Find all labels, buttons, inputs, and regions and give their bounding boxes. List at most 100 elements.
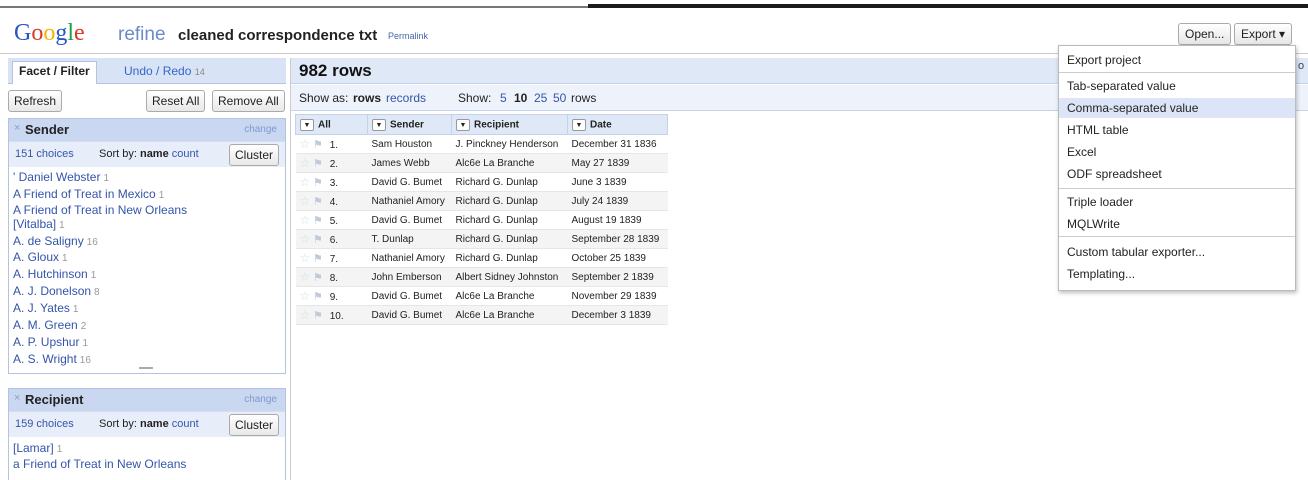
- facet-choices-count[interactable]: 151 choices: [15, 148, 74, 160]
- star-icon[interactable]: ☆: [300, 251, 311, 265]
- export-menu-item[interactable]: Excel: [1059, 142, 1295, 162]
- star-icon[interactable]: ☆: [300, 270, 311, 284]
- cell-date[interactable]: June 3 1839: [567, 172, 668, 192]
- flag-icon[interactable]: ⚑: [313, 196, 323, 208]
- export-menu-item[interactable]: HTML table: [1059, 120, 1295, 140]
- star-icon[interactable]: ☆: [300, 194, 311, 208]
- reset-all-button[interactable]: Reset All: [146, 90, 206, 112]
- star-icon[interactable]: ☆: [300, 232, 311, 246]
- star-icon[interactable]: ☆: [300, 175, 311, 189]
- sort-name-option[interactable]: name: [140, 148, 169, 160]
- star-icon[interactable]: ☆: [300, 137, 311, 151]
- cell-sender[interactable]: David G. Bumet: [367, 305, 452, 325]
- close-icon[interactable]: ×: [14, 392, 20, 404]
- table-row[interactable]: ☆ ⚑ 6. T. Dunlap Richard G. Dunlap Septembe…: [295, 229, 668, 249]
- sort-count-option[interactable]: count: [172, 418, 199, 430]
- flag-icon[interactable]: ⚑: [313, 272, 323, 284]
- dropdown-arrow-icon[interactable]: ▼: [572, 118, 586, 131]
- table-row[interactable]: ☆ ⚑ 3. David G. Bumet Richard G. Dunlap Jun…: [295, 172, 668, 192]
- sort-count-option[interactable]: count: [172, 148, 199, 160]
- export-menu-item[interactable]: ODF spreadsheet: [1059, 164, 1295, 184]
- records-mode[interactable]: records: [386, 91, 426, 105]
- dropdown-arrow-icon[interactable]: ▼: [300, 118, 314, 131]
- facet-choice[interactable]: A. M. Green 2: [13, 318, 86, 334]
- cell-date[interactable]: May 27 1839: [567, 153, 668, 173]
- table-row[interactable]: ☆ ⚑ 2. James Webb Alc6e La Branche May 27 1…: [295, 153, 668, 173]
- flag-icon[interactable]: ⚑: [313, 215, 323, 227]
- star-icon[interactable]: ☆: [300, 213, 311, 227]
- column-header-recipient[interactable]: ▼ Recipient: [451, 114, 568, 135]
- cell-date[interactable]: August 19 1839: [567, 210, 668, 230]
- dropdown-arrow-icon[interactable]: ▼: [372, 118, 386, 131]
- table-row[interactable]: ☆ ⚑ 4. Nathaniel Amory Richard G. Dunlap Ju…: [295, 191, 668, 211]
- star-icon[interactable]: ☆: [300, 308, 311, 322]
- facet-choice[interactable]: A. J. Donelson 8: [13, 284, 100, 300]
- cell-recipient[interactable]: Richard G. Dunlap: [451, 248, 568, 268]
- remove-all-button[interactable]: Remove All: [212, 90, 285, 112]
- export-menu-item[interactable]: Tab-separated value: [1059, 76, 1295, 96]
- cell-recipient[interactable]: Richard G. Dunlap: [451, 229, 568, 249]
- google-logo[interactable]: Google: [14, 20, 85, 47]
- cell-sender[interactable]: Nathaniel Amory: [367, 191, 452, 211]
- cell-recipient[interactable]: Alc6e La Branche: [451, 153, 568, 173]
- table-row[interactable]: ☆ ⚑ 9. David G. Bumet Alc6e La Branche Nove…: [295, 286, 668, 306]
- cluster-button[interactable]: Cluster: [228, 144, 279, 166]
- cell-date[interactable]: December 3 1839: [567, 305, 668, 325]
- facet-choice[interactable]: a Friend of Treat in New Orleans: [13, 457, 189, 473]
- facet-choice[interactable]: A Friend of Treat in Mexico 1: [13, 187, 164, 203]
- column-header-sender[interactable]: ▼ Sender: [367, 114, 452, 135]
- page-size-5[interactable]: 5: [500, 91, 507, 105]
- flag-icon[interactable]: ⚑: [313, 158, 323, 170]
- cell-sender[interactable]: David G. Bumet: [367, 172, 452, 192]
- rows-mode[interactable]: rows: [353, 91, 381, 105]
- table-row[interactable]: ☆ ⚑ 5. David G. Bumet Richard G. Dunlap Aug…: [295, 210, 668, 230]
- cell-recipient[interactable]: Alc6e La Branche: [451, 286, 568, 306]
- export-menu-item[interactable]: Comma-separated value: [1059, 98, 1295, 118]
- facet-choice[interactable]: [Vitalba] 1: [13, 217, 65, 233]
- page-size-25[interactable]: 25: [534, 91, 547, 105]
- table-row[interactable]: ☆ ⚑ 7. Nathaniel Amory Richard G. Dunlap Oc…: [295, 248, 668, 268]
- cell-sender[interactable]: T. Dunlap: [367, 229, 452, 249]
- flag-icon[interactable]: ⚑: [313, 234, 323, 246]
- facet-choice[interactable]: [Lamar] 1: [13, 441, 62, 457]
- facet-change-link[interactable]: change: [244, 124, 277, 135]
- star-icon[interactable]: ☆: [300, 289, 311, 303]
- dropdown-arrow-icon[interactable]: ▼: [456, 118, 470, 131]
- facet-choice[interactable]: A. P. Upshur 1: [13, 335, 88, 351]
- facet-choice[interactable]: A. Hutchinson 1: [13, 267, 96, 283]
- export-menu-item[interactable]: MQLWrite: [1059, 214, 1295, 234]
- cell-recipient[interactable]: J. Pinckney Henderson: [451, 134, 568, 154]
- cell-sender[interactable]: James Webb: [367, 153, 452, 173]
- cell-recipient[interactable]: Alc6e La Branche: [451, 305, 568, 325]
- tab-undo-redo[interactable]: Undo / Redo 14: [118, 62, 211, 80]
- cell-date[interactable]: October 25 1839: [567, 248, 668, 268]
- cell-date[interactable]: September 2 1839: [567, 267, 668, 287]
- facet-choice[interactable]: A. Gloux 1: [13, 250, 68, 266]
- project-name[interactable]: cleaned correspondence txt: [178, 27, 377, 44]
- flag-icon[interactable]: ⚑: [313, 253, 323, 265]
- cell-recipient[interactable]: Richard G. Dunlap: [451, 172, 568, 192]
- table-row[interactable]: ☆ ⚑ 1. Sam Houston J. Pinckney Henderson De…: [295, 134, 668, 154]
- cell-sender[interactable]: David G. Bumet: [367, 210, 452, 230]
- facet-choice[interactable]: A. S. Wright 16: [13, 352, 91, 368]
- column-header-date[interactable]: ▼ Date: [567, 114, 668, 135]
- flag-icon[interactable]: ⚑: [313, 177, 323, 189]
- facet-choices-count[interactable]: 159 choices: [15, 418, 74, 430]
- cell-sender[interactable]: David G. Bumet: [367, 286, 452, 306]
- star-icon[interactable]: ☆: [300, 156, 311, 170]
- tab-facet-filter[interactable]: Facet / Filter: [12, 61, 97, 84]
- flag-icon[interactable]: ⚑: [313, 310, 323, 322]
- facet-choice[interactable]: A. de Saligny 16: [13, 234, 98, 250]
- permalink-link[interactable]: Permalink: [388, 31, 428, 41]
- export-menu-item[interactable]: Templating...: [1059, 264, 1295, 284]
- flag-icon[interactable]: ⚑: [313, 291, 323, 303]
- cell-date[interactable]: December 31 1836: [567, 134, 668, 154]
- cell-recipient[interactable]: Richard G. Dunlap: [451, 191, 568, 211]
- flag-icon[interactable]: ⚑: [313, 139, 323, 151]
- cell-recipient[interactable]: Richard G. Dunlap: [451, 210, 568, 230]
- cell-sender[interactable]: Nathaniel Amory: [367, 248, 452, 268]
- table-row[interactable]: ☆ ⚑ 10. David G. Bumet Alc6e La Branche Dec…: [295, 305, 668, 325]
- table-row[interactable]: ☆ ⚑ 8. John Emberson Albert Sidney Johnsto…: [295, 267, 668, 287]
- cell-date[interactable]: July 24 1839: [567, 191, 668, 211]
- export-button[interactable]: Export ▾: [1234, 23, 1293, 45]
